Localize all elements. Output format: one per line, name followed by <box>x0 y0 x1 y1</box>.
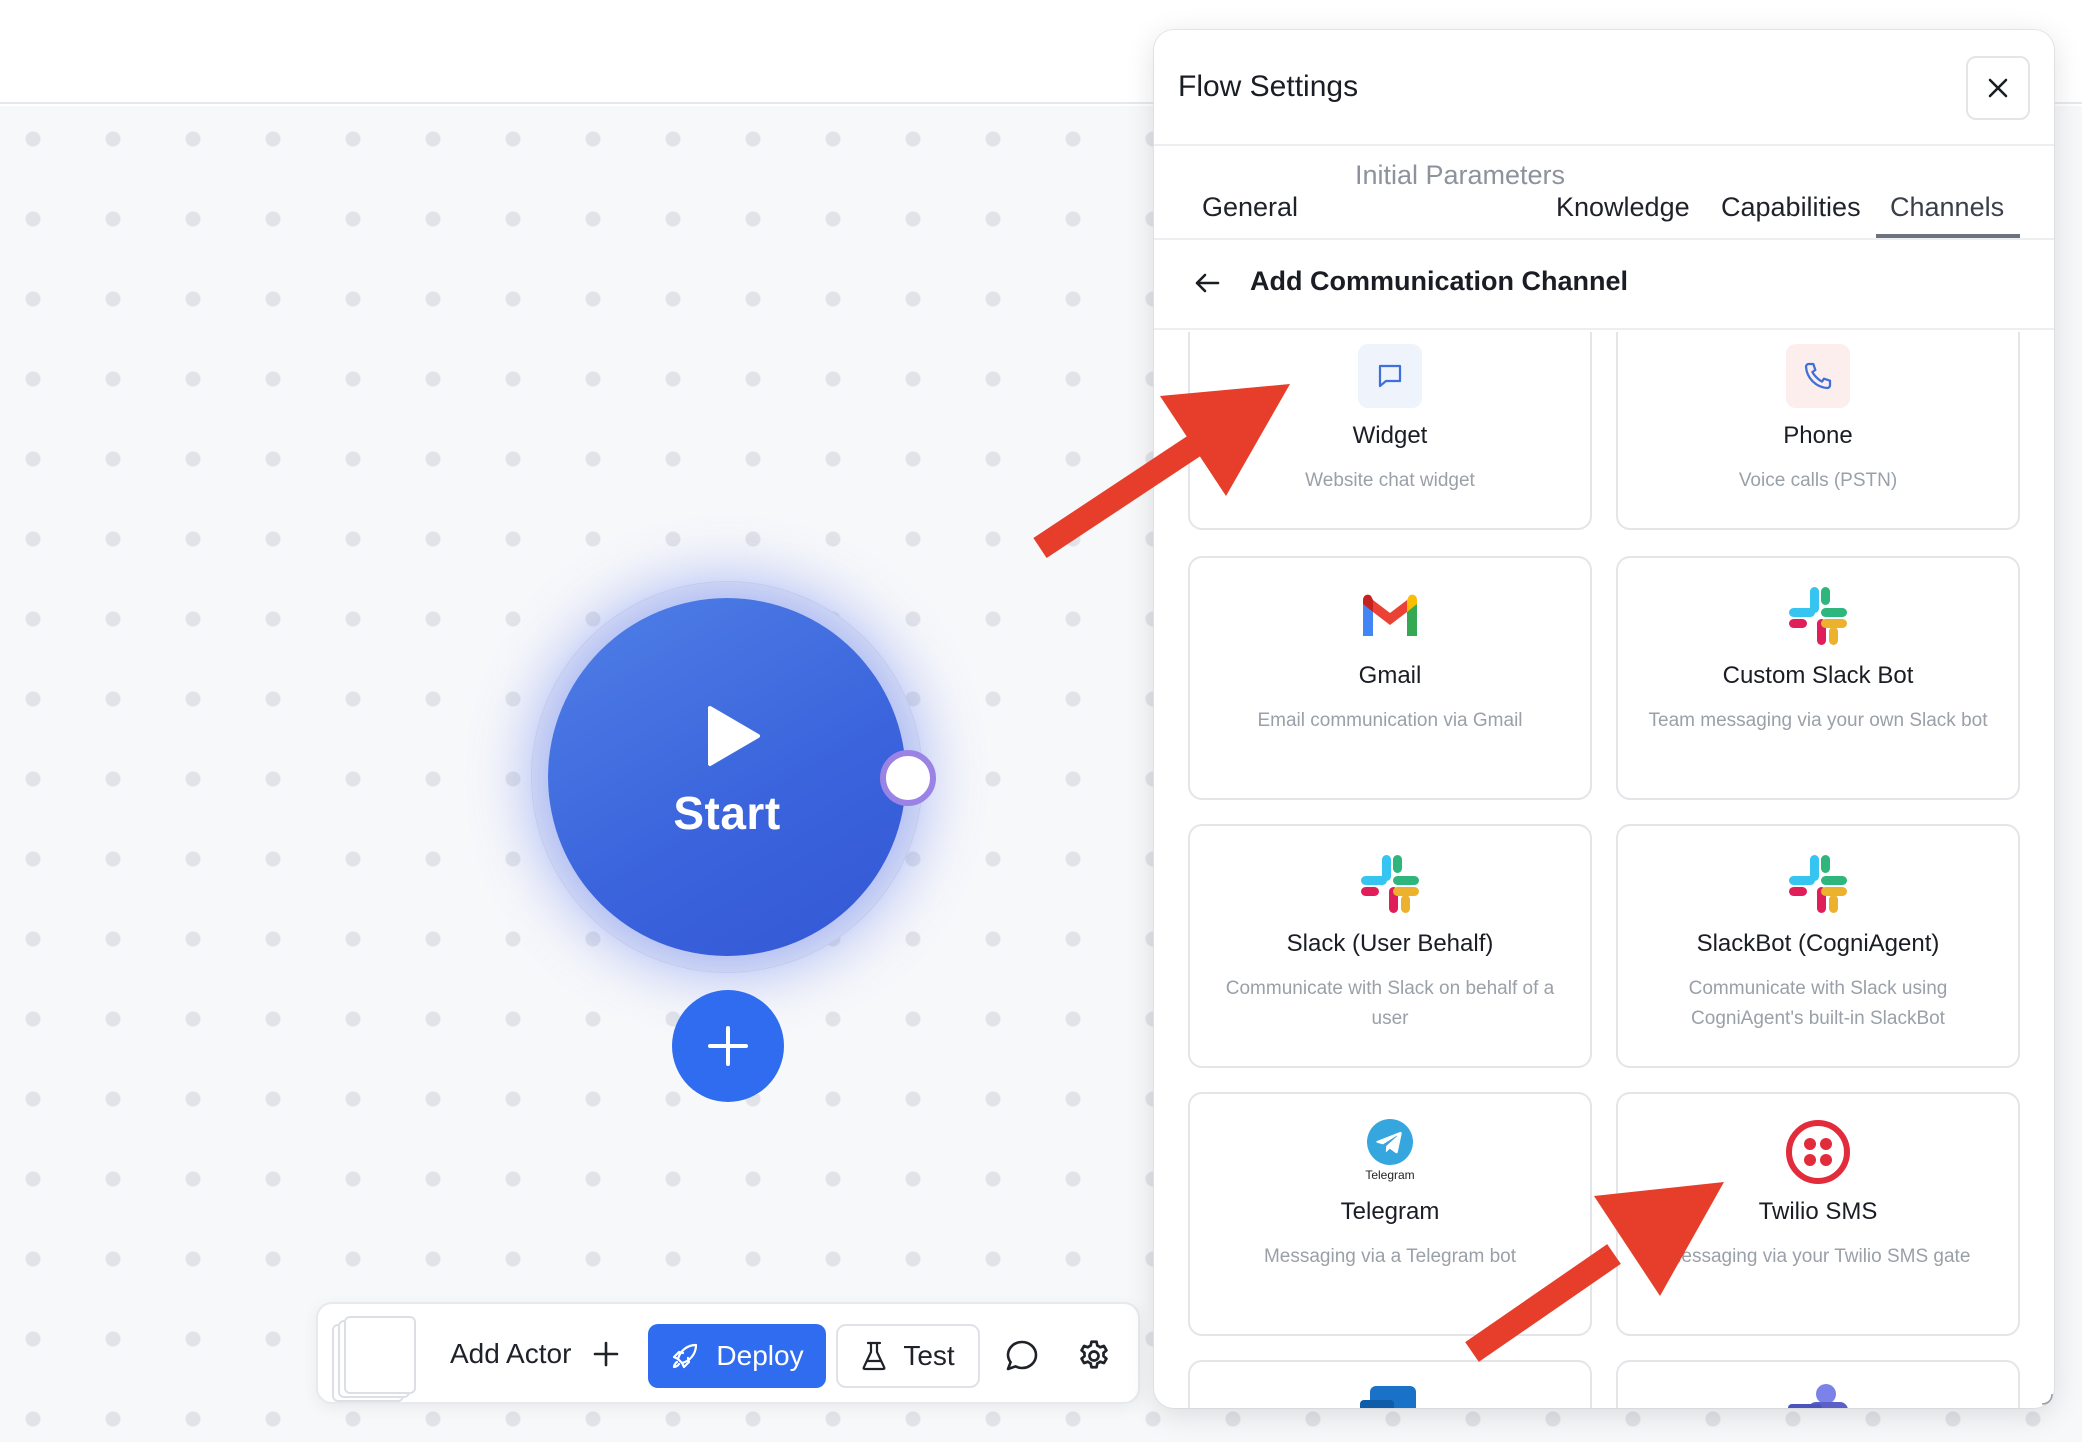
channel-description: Communicate with Slack using CogniAgent'… <box>1688 978 1948 1029</box>
channel-card-outlook[interactable]: O <box>1188 1360 1592 1408</box>
channel-name: Telegram <box>1340 1198 1440 1225</box>
bottom-toolbar: Add Actor Deploy Test <box>316 1302 1140 1404</box>
tab-initial-parameters[interactable]: Initial Parameters <box>1354 156 1566 194</box>
resize-handle-icon[interactable] <box>2034 1386 2054 1406</box>
channel-description: Team messaging via your own Slack bot <box>1648 710 1988 731</box>
channel-name: Widget <box>1352 422 1428 449</box>
panel-title: Flow Settings <box>1178 70 1359 103</box>
add-actor-label: Add Actor <box>450 1338 572 1369</box>
chat-icon[interactable] <box>998 1332 1046 1380</box>
close-icon <box>1988 78 2008 98</box>
channel-name: Phone <box>1783 422 1853 449</box>
chat-bubble-icon <box>1358 344 1422 408</box>
phone-icon <box>1786 344 1850 408</box>
channel-card-phone[interactable]: Phone Voice calls (PSTN) <box>1616 332 2020 530</box>
channel-card-gmail[interactable]: Gmail Email communication via Gmail <box>1188 556 1592 800</box>
twilio-icon <box>1786 1120 1850 1184</box>
tab-capabilities[interactable]: Capabilities <box>1721 192 1861 223</box>
tab-channels[interactable]: Channels <box>1890 192 2004 223</box>
subheader-title: Add Communication Channel <box>1250 266 1628 296</box>
settings-tabs: General Initial Parameters Knowledge Cap… <box>1154 144 2054 240</box>
add-actor-button[interactable]: Add Actor <box>436 1318 633 1390</box>
play-icon <box>708 706 760 766</box>
slack-icon <box>1358 852 1422 916</box>
channel-description: Website chat widget <box>1305 470 1475 491</box>
channel-card-telegram[interactable]: Telegram Telegram Messaging via a Telegr… <box>1188 1092 1592 1336</box>
teams-icon: T <box>1786 1384 1850 1408</box>
channel-name: Slack (User Behalf) <box>1286 930 1494 957</box>
channel-card-widget[interactable]: Widget Website chat widget <box>1188 332 1592 530</box>
slack-icon <box>1786 852 1850 916</box>
flow-settings-panel: Flow Settings General Initial Parameters… <box>1154 30 2054 1408</box>
plus-icon <box>708 1026 748 1066</box>
channel-description: messaging via your Twilio SMS gate <box>1665 1246 1971 1267</box>
channel-card-custom-slack-bot[interactable]: Custom Slack Bot Team messaging via your… <box>1616 556 2020 800</box>
channel-card-twilio-sms[interactable]: Twilio SMS messaging via your Twilio SMS… <box>1616 1092 2020 1336</box>
active-tab-indicator <box>1876 234 2020 238</box>
outlook-letter: O <box>1360 1400 1394 1408</box>
slack-icon <box>1786 584 1850 648</box>
channel-description: Messaging via a Telegram bot <box>1263 1246 1517 1267</box>
add-node-button[interactable] <box>672 990 784 1102</box>
channel-name: Custom Slack Bot <box>1722 662 1914 689</box>
channel-name: Twilio SMS <box>1758 1198 1878 1225</box>
channel-grid: Widget Website chat widget Phone Voice c… <box>1154 332 2054 1408</box>
tab-general[interactable]: General <box>1202 192 1298 223</box>
gear-icon[interactable] <box>1070 1332 1118 1380</box>
start-node-output-handle[interactable] <box>880 750 936 806</box>
flask-icon <box>862 1341 886 1371</box>
test-label: Test <box>903 1340 955 1371</box>
channel-name: SlackBot (CogniAgent) <box>1696 930 1940 957</box>
telegram-icon: Telegram <box>1358 1118 1422 1182</box>
close-button[interactable] <box>1966 56 2030 120</box>
teams-letter: T <box>1788 1404 1822 1408</box>
start-node[interactable]: Start <box>548 598 906 956</box>
channel-name: Gmail <box>1358 662 1422 689</box>
deploy-label: Deploy <box>716 1340 804 1371</box>
plus-icon <box>594 1341 619 1367</box>
back-arrow-icon[interactable] <box>1192 268 1222 298</box>
documents-stack-icon[interactable] <box>332 1316 422 1402</box>
tab-knowledge[interactable]: Knowledge <box>1556 192 1690 223</box>
channel-card-teams[interactable]: T <box>1616 1360 2020 1408</box>
channel-description: Email communication via Gmail <box>1257 710 1523 731</box>
channel-description: Communicate with Slack on behalf of a us… <box>1225 978 1555 1029</box>
channel-subheader: Add Communication Channel <box>1154 240 2054 330</box>
outlook-icon: O <box>1358 1386 1422 1408</box>
telegram-caption: Telegram <box>1365 1168 1415 1182</box>
channel-card-slack-user-behalf[interactable]: Slack (User Behalf) Communicate with Sla… <box>1188 824 1592 1068</box>
test-button[interactable]: Test <box>836 1324 980 1388</box>
channel-description: Voice calls (PSTN) <box>1738 470 1898 491</box>
gmail-icon <box>1358 584 1422 648</box>
channel-card-slackbot-cogniagent[interactable]: SlackBot (CogniAgent) Communicate with S… <box>1616 824 2020 1068</box>
deploy-button[interactable]: Deploy <box>648 1324 826 1388</box>
start-node-label: Start <box>673 787 781 839</box>
rocket-icon <box>673 1343 698 1369</box>
